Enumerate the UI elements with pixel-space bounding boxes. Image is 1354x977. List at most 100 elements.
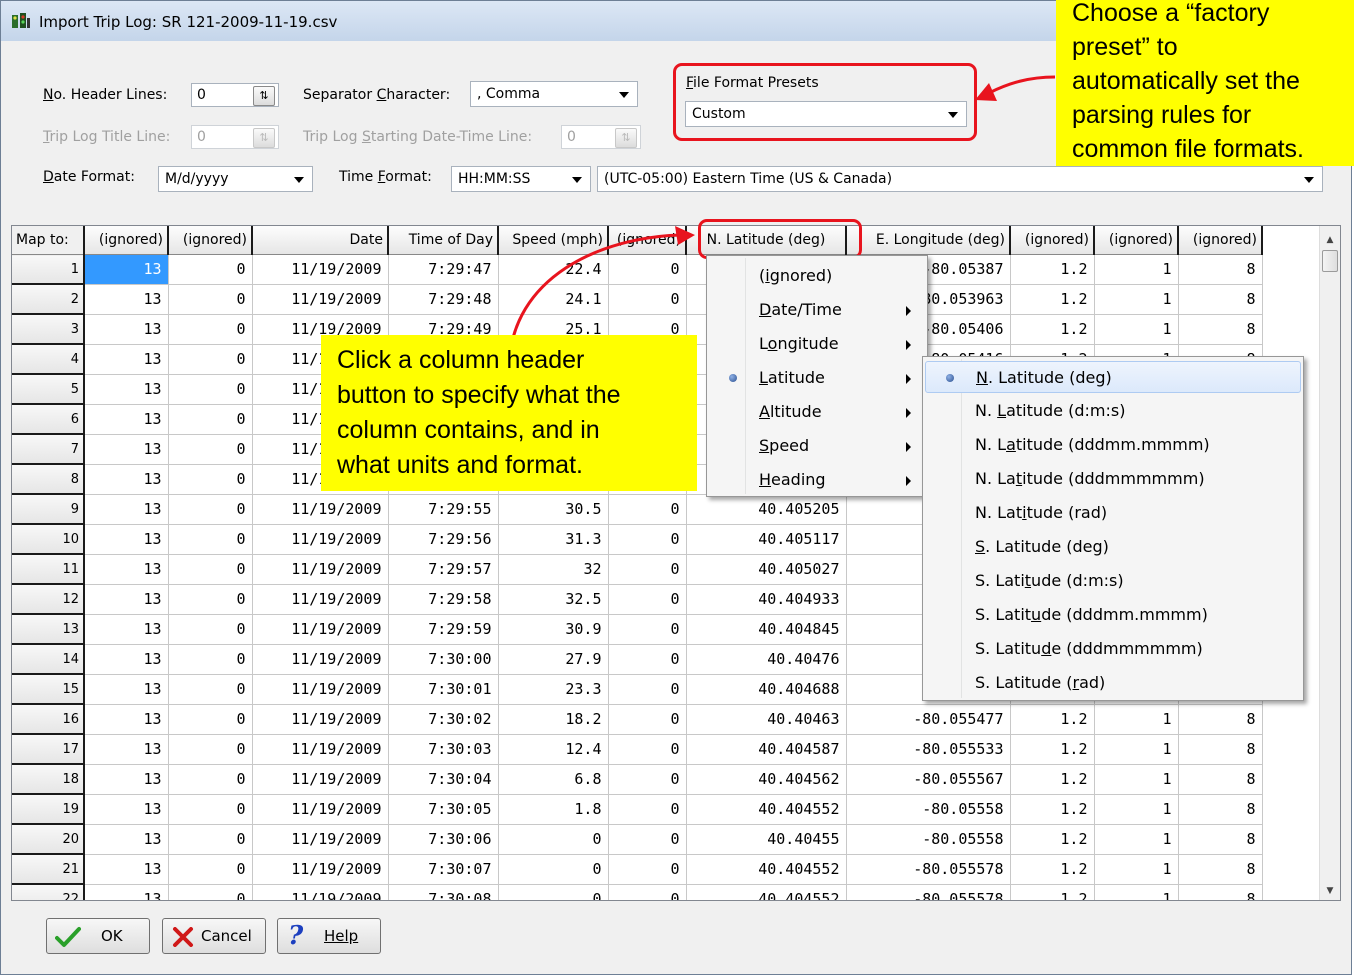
grid-cell[interactable]: 0 bbox=[608, 644, 687, 675]
grid-cell[interactable]: 0 bbox=[168, 494, 253, 525]
grid-cell[interactable]: 0 bbox=[498, 884, 609, 900]
grid-cell[interactable]: 0 bbox=[168, 374, 253, 405]
grid-cell[interactable]: 13 bbox=[84, 524, 169, 555]
scroll-thumb[interactable] bbox=[1322, 250, 1338, 272]
grid-cell[interactable]: 30.9 bbox=[498, 614, 609, 645]
grid-cell[interactable]: 40.404688 bbox=[686, 674, 847, 705]
grid-cell[interactable]: 12.4 bbox=[498, 734, 609, 765]
grid-cell[interactable]: 0 bbox=[168, 314, 253, 345]
grid-cell[interactable]: 31.3 bbox=[498, 524, 609, 555]
grid-cell[interactable]: -80.05558 bbox=[846, 824, 1011, 855]
grid-cell[interactable]: 7:30:08 bbox=[388, 884, 499, 900]
latitude-option[interactable]: S. Latitude (dddmm.mmmm) bbox=[925, 599, 1301, 631]
column-header-button[interactable]: (ignored) bbox=[1094, 226, 1179, 255]
grid-cell[interactable]: 0 bbox=[608, 764, 687, 795]
grid-cell[interactable]: 0 bbox=[168, 464, 253, 495]
grid-cell[interactable]: -80.05558 bbox=[846, 794, 1011, 825]
grid-cell[interactable]: 1.8 bbox=[498, 794, 609, 825]
grid-cell[interactable]: 1 bbox=[1094, 824, 1179, 855]
grid-cell[interactable]: 0 bbox=[608, 734, 687, 765]
grid-cell[interactable]: 0 bbox=[608, 524, 687, 555]
grid-cell[interactable]: 7:29:58 bbox=[388, 584, 499, 615]
title-line-spinner[interactable]: 0 ⇅ bbox=[191, 125, 279, 149]
grid-cell[interactable]: 13 bbox=[84, 764, 169, 795]
grid-cell[interactable]: 7:30:04 bbox=[388, 764, 499, 795]
grid-cell[interactable]: 40.404552 bbox=[686, 794, 847, 825]
grid-cell[interactable]: 13 bbox=[84, 584, 169, 615]
latitude-option[interactable]: N. Latitude (d:m:s) bbox=[925, 395, 1301, 427]
grid-cell[interactable]: 8 bbox=[1178, 884, 1263, 900]
grid-cell[interactable]: 1 bbox=[1094, 704, 1179, 735]
grid-cell[interactable]: 40.404562 bbox=[686, 764, 847, 795]
grid-cell[interactable]: 1 bbox=[1094, 254, 1179, 285]
grid-cell[interactable]: 6.8 bbox=[498, 764, 609, 795]
date-format-select[interactable]: M/d/yyyy bbox=[158, 166, 313, 192]
grid-cell[interactable]: 11/19/2009 bbox=[252, 764, 389, 795]
grid-cell[interactable]: 1.2 bbox=[1010, 794, 1095, 825]
grid-cell[interactable]: 32.5 bbox=[498, 584, 609, 615]
grid-cell[interactable]: 0 bbox=[168, 254, 253, 285]
column-header-button[interactable]: (ignored) bbox=[84, 226, 169, 255]
spin-up-down-icon[interactable]: ⇅ bbox=[253, 86, 275, 106]
grid-cell[interactable]: 8 bbox=[1178, 824, 1263, 855]
grid-cell[interactable]: 11/19/2009 bbox=[252, 734, 389, 765]
grid-cell[interactable]: 0 bbox=[168, 404, 253, 435]
grid-cell[interactable]: 1.2 bbox=[1010, 884, 1095, 900]
separator-select[interactable]: , Comma bbox=[470, 81, 638, 107]
grid-cell[interactable]: 1 bbox=[1094, 854, 1179, 885]
grid-cell[interactable]: 13 bbox=[84, 674, 169, 705]
grid-cell[interactable]: 11/19/2009 bbox=[252, 254, 389, 285]
column-header-button[interactable]: (ignored) bbox=[168, 226, 253, 255]
grid-cell[interactable]: 1.2 bbox=[1010, 314, 1095, 345]
latitude-option[interactable]: N. Latitude (dddmm.mmmm) bbox=[925, 429, 1301, 461]
grid-cell[interactable]: 11/19/2009 bbox=[252, 554, 389, 585]
grid-cell[interactable]: -80.055533 bbox=[846, 734, 1011, 765]
grid-cell[interactable]: 0 bbox=[168, 674, 253, 705]
grid-cell[interactable]: 0 bbox=[168, 854, 253, 885]
grid-cell[interactable]: 40.404845 bbox=[686, 614, 847, 645]
grid-cell[interactable]: 7:29:57 bbox=[388, 554, 499, 585]
grid-cell[interactable]: 13 bbox=[84, 554, 169, 585]
grid-cell[interactable]: 1 bbox=[1094, 284, 1179, 315]
latitude-option[interactable]: S. Latitude (rad) bbox=[925, 667, 1301, 699]
grid-cell[interactable]: 0 bbox=[168, 284, 253, 315]
grid-cell[interactable]: 13 bbox=[84, 344, 169, 375]
grid-cell[interactable]: -80.055477 bbox=[846, 704, 1011, 735]
vertical-scrollbar[interactable]: ▲ ▼ bbox=[1319, 226, 1340, 900]
menu-item-heading[interactable]: Heading bbox=[709, 464, 925, 496]
grid-cell[interactable]: 8 bbox=[1178, 314, 1263, 345]
menu-item-longitude[interactable]: Longitude bbox=[709, 328, 925, 360]
grid-cell[interactable]: 13 bbox=[84, 704, 169, 735]
grid-cell[interactable]: 7:30:02 bbox=[388, 704, 499, 735]
grid-cell[interactable]: 1.2 bbox=[1010, 704, 1095, 735]
grid-cell[interactable]: 0 bbox=[168, 614, 253, 645]
grid-cell[interactable]: 0 bbox=[168, 554, 253, 585]
grid-cell[interactable]: 40.405027 bbox=[686, 554, 847, 585]
grid-cell[interactable]: 8 bbox=[1178, 764, 1263, 795]
grid-cell[interactable]: 0 bbox=[608, 824, 687, 855]
grid-cell[interactable]: 0 bbox=[168, 644, 253, 675]
grid-cell[interactable]: 7:30:00 bbox=[388, 644, 499, 675]
grid-cell[interactable]: 1.2 bbox=[1010, 254, 1095, 285]
grid-cell[interactable]: 7:30:07 bbox=[388, 854, 499, 885]
grid-cell[interactable]: 13 bbox=[84, 374, 169, 405]
grid-cell[interactable]: 11/19/2009 bbox=[252, 884, 389, 900]
grid-cell[interactable]: 13 bbox=[84, 494, 169, 525]
grid-cell[interactable]: 0 bbox=[608, 614, 687, 645]
grid-cell[interactable]: 1 bbox=[1094, 794, 1179, 825]
grid-cell[interactable]: 40.405205 bbox=[686, 494, 847, 525]
grid-cell[interactable]: 1.2 bbox=[1010, 284, 1095, 315]
spin-up-down-icon[interactable]: ⇅ bbox=[615, 128, 637, 148]
grid-cell[interactable]: 18.2 bbox=[498, 704, 609, 735]
grid-cell[interactable]: 0 bbox=[168, 824, 253, 855]
grid-cell[interactable]: 40.40463 bbox=[686, 704, 847, 735]
grid-cell[interactable]: 11/19/2009 bbox=[252, 794, 389, 825]
column-header-button[interactable]: (ignored) bbox=[1010, 226, 1095, 255]
grid-cell[interactable]: 7:30:01 bbox=[388, 674, 499, 705]
grid-cell[interactable]: 7:29:56 bbox=[388, 524, 499, 555]
grid-cell[interactable]: 0 bbox=[498, 854, 609, 885]
menu-item-speed[interactable]: Speed bbox=[709, 430, 925, 462]
spin-up-down-icon[interactable]: ⇅ bbox=[253, 128, 275, 148]
latitude-option[interactable]: S. Latitude (deg) bbox=[925, 531, 1301, 563]
grid-cell[interactable]: 40.405117 bbox=[686, 524, 847, 555]
